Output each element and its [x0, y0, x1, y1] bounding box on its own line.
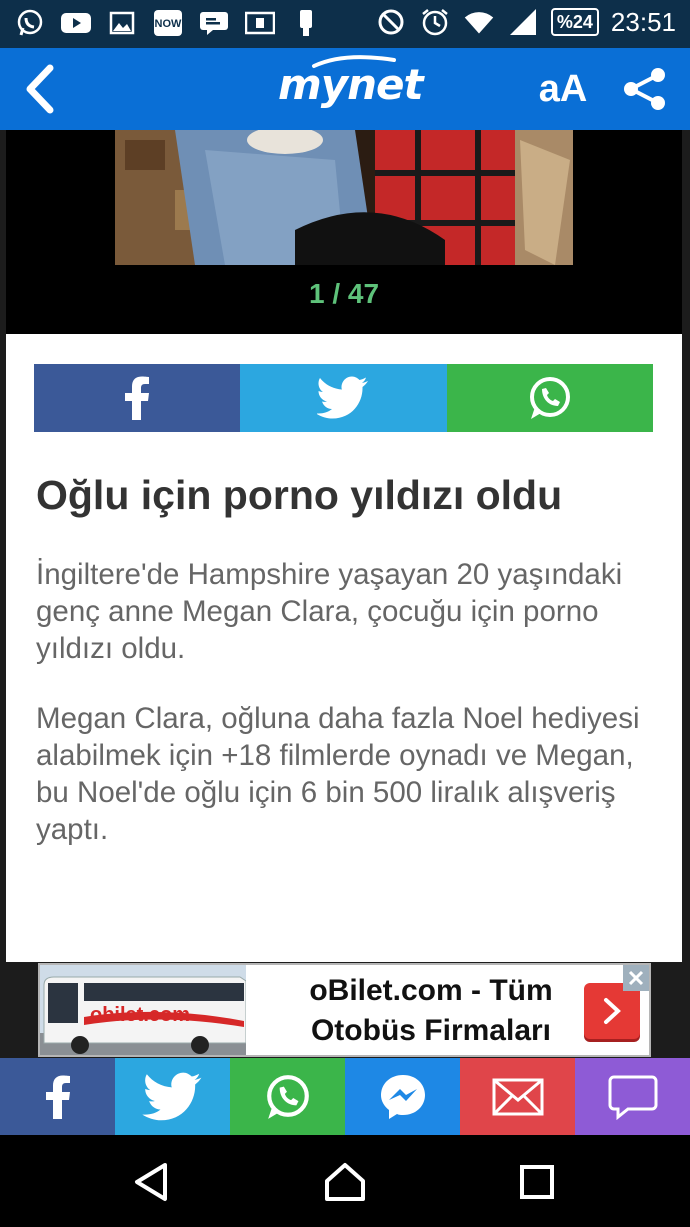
- logo-text: mynet: [278, 60, 424, 109]
- whatsapp-share-button[interactable]: [446, 364, 653, 432]
- now-icon: NOW: [152, 7, 184, 39]
- app-bar: mynet aA: [0, 48, 690, 130]
- do-not-disturb-icon: [375, 6, 407, 38]
- article-paragraph-2: Megan Clara, oğluna daha fazla Noel hedi…: [36, 702, 640, 846]
- photo-counter: 1 / 47: [308, 278, 380, 309]
- ad-bus-brand: obilet.com: [90, 1004, 190, 1026]
- whatsapp-icon: [266, 1074, 309, 1119]
- nav-home-button[interactable]: [315, 1155, 375, 1209]
- mynet-logo[interactable]: mynet: [274, 54, 424, 124]
- status-bar: NOW %24 23:51: [0, 0, 690, 48]
- bottom-facebook-button[interactable]: [0, 1058, 115, 1135]
- nav-recents-button[interactable]: [507, 1155, 567, 1209]
- facebook-icon: [45, 1075, 70, 1119]
- ad-bus-image: obilet.com: [40, 965, 246, 1055]
- image-icon: [106, 7, 138, 39]
- close-icon: [628, 970, 644, 986]
- system-icons: %24 23:51: [375, 6, 676, 38]
- chevron-right-icon: [604, 998, 621, 1024]
- article-share-row: [34, 364, 653, 432]
- font-size-button[interactable]: aA: [532, 62, 594, 116]
- bottom-share-bar: [0, 1058, 690, 1135]
- home-icon: [325, 1163, 365, 1201]
- share-icon: [624, 68, 665, 110]
- signal-icon: [507, 6, 539, 38]
- article-headline: Oğlu için porno yıldızı oldu: [36, 472, 563, 518]
- ad-banner[interactable]: obilet.com oBilet.com - Tüm Otobüs Firma…: [38, 963, 651, 1057]
- message-icon: [198, 7, 230, 39]
- whatsapp-icon: [529, 377, 570, 419]
- mail-icon: [492, 1078, 543, 1115]
- recents-icon: [520, 1165, 554, 1199]
- back-button[interactable]: [10, 59, 70, 119]
- system-nav-bar: [0, 1135, 690, 1227]
- comment-icon: [608, 1075, 657, 1120]
- bottom-twitter-button[interactable]: [115, 1058, 230, 1135]
- phone-icon: [290, 7, 322, 39]
- ad-close-button[interactable]: [623, 965, 649, 991]
- ad-open-button[interactable]: [584, 983, 640, 1039]
- share-button[interactable]: [616, 60, 674, 118]
- bottom-comment-button[interactable]: [575, 1058, 690, 1135]
- article-paragraph-1: İngiltere'de Hampshire yaşayan 20 yaşınd…: [36, 558, 623, 665]
- twitter-share-button[interactable]: [240, 364, 447, 432]
- back-triangle-icon: [135, 1163, 167, 1201]
- ad-line-2: Otobüs Firmaları: [310, 1014, 552, 1047]
- article-content: Oğlu için porno yıldızı oldu İngiltere'd…: [6, 334, 682, 962]
- bottom-mail-button[interactable]: [460, 1058, 575, 1135]
- facebook-share-button[interactable]: [34, 364, 241, 432]
- wifi-icon: [463, 6, 495, 38]
- twitter-icon: [141, 1072, 201, 1120]
- battery-indicator: %24: [550, 8, 599, 36]
- card-icon: [244, 7, 276, 39]
- bottom-whatsapp-button[interactable]: [230, 1058, 345, 1135]
- messenger-icon: [380, 1074, 425, 1119]
- facebook-icon: [125, 376, 150, 420]
- twitter-icon: [317, 376, 369, 419]
- svg-text:NOW: NOW: [155, 18, 183, 30]
- whatsapp-icon: [14, 7, 46, 39]
- nav-back-button[interactable]: [122, 1155, 182, 1209]
- article-photo[interactable]: [115, 130, 573, 265]
- alarm-icon: [419, 6, 451, 38]
- chevron-left-icon: [26, 64, 54, 114]
- photo-gallery: 1 / 47: [6, 130, 682, 334]
- notification-icons: NOW: [14, 7, 322, 39]
- clock: 23:51: [610, 6, 676, 37]
- bottom-messenger-button[interactable]: [345, 1058, 460, 1135]
- ad-text: oBilet.com - Tüm Otobüs Firmaları: [256, 971, 606, 1051]
- youtube-icon: [60, 7, 92, 39]
- ad-line-1: oBilet.com - Tüm: [309, 974, 553, 1007]
